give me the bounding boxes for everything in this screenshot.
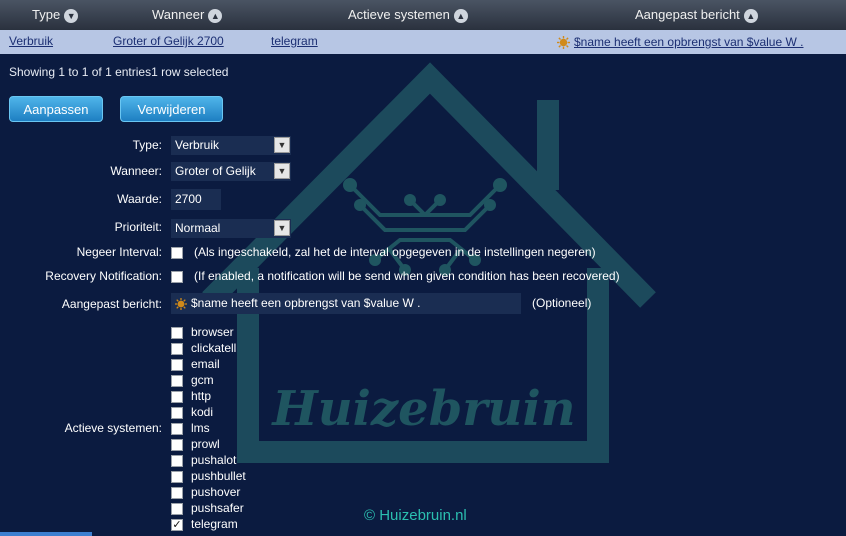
cell-type[interactable]: Verbruik <box>9 34 53 48</box>
system-checkbox-kodi[interactable] <box>171 407 183 419</box>
system-label: pushsafer <box>191 501 244 515</box>
column-header-type[interactable]: Type ▼ <box>32 7 79 23</box>
system-label: telegram <box>191 517 238 531</box>
sort-up-icon[interactable]: ▲ <box>743 8 758 23</box>
system-checkbox-email[interactable] <box>171 359 183 371</box>
cell-systemen[interactable]: telegram <box>271 34 318 48</box>
chevron-down-icon[interactable]: ▼ <box>274 137 290 153</box>
system-checkbox-prowl[interactable] <box>171 439 183 451</box>
system-label: gcm <box>191 373 214 387</box>
delete-button[interactable]: Verwijderen <box>120 96 223 122</box>
edit-button[interactable]: Aanpassen <box>9 96 103 122</box>
scroll-indicator <box>0 532 92 536</box>
system-label: kodi <box>191 405 214 419</box>
system-label: lms <box>191 421 210 435</box>
aangepast-bericht-input[interactable]: $name heeft een opbrengst van $value W . <box>171 293 521 314</box>
sun-icon <box>175 297 187 310</box>
copyright-text: © Huizebruin.nl <box>364 507 467 524</box>
waarde-input[interactable]: 2700 <box>171 189 221 210</box>
negeer-interval-label: Negeer Interval: <box>76 245 162 259</box>
cell-bericht[interactable]: $name heeft een opbrengst van $value W . <box>557 35 803 50</box>
system-checkbox-browser[interactable] <box>171 327 183 339</box>
type-label: Type: <box>132 138 162 152</box>
chevron-down-icon[interactable]: ▼ <box>274 220 290 236</box>
system-label: pushalot <box>191 453 237 467</box>
actieve-systemen-label: Actieve systemen: <box>64 421 162 435</box>
cell-wanneer[interactable]: Groter of Gelijk 2700 <box>113 34 224 48</box>
wanneer-label: Wanneer: <box>110 164 162 178</box>
system-checkbox-pushover[interactable] <box>171 487 183 499</box>
system-checkbox-clickatell[interactable] <box>171 343 183 355</box>
sun-icon <box>557 36 570 50</box>
negeer-interval-hint: (Als ingeschakeld, zal het de interval o… <box>194 245 596 259</box>
column-header-bericht[interactable]: Aangepast bericht ▲ <box>635 7 758 23</box>
system-label: http <box>191 389 212 403</box>
system-label: pushbullet <box>191 469 246 483</box>
table-row[interactable]: Verbruik Groter of Gelijk 2700 telegram … <box>0 30 846 54</box>
system-label: prowl <box>191 437 220 451</box>
system-label: email <box>191 357 220 371</box>
recovery-notification-hint: (If enabled, a notification will be send… <box>194 269 620 283</box>
system-checkbox-gcm[interactable] <box>171 375 183 387</box>
waarde-label: Waarde: <box>117 192 162 206</box>
system-checkbox-http[interactable] <box>171 391 183 403</box>
system-checkbox-telegram[interactable]: ✓ <box>171 519 183 531</box>
sort-up-icon[interactable]: ▲ <box>208 8 223 23</box>
system-checkbox-pushbullet[interactable] <box>171 471 183 483</box>
wanneer-select[interactable]: Groter of Gelijk ▼ <box>171 162 291 181</box>
system-label: browser <box>191 325 234 339</box>
recovery-notification-checkbox[interactable] <box>171 271 183 283</box>
sort-down-icon[interactable]: ▼ <box>64 8 79 23</box>
negeer-interval-checkbox[interactable] <box>171 247 183 259</box>
huizebruin-watermark-logo: Huizebruin <box>202 62 656 463</box>
type-select[interactable]: Verbruik ▼ <box>171 136 291 155</box>
system-checkbox-pushalot[interactable] <box>171 455 183 467</box>
prioriteit-label: Prioriteit: <box>114 220 162 234</box>
prioriteit-select[interactable]: Normaal ▼ <box>171 219 291 238</box>
system-checkbox-pushsafer[interactable] <box>171 503 183 515</box>
table-header: Type ▼ Wanneer ▲ Actieve systemen ▲ Aangepa… <box>0 0 846 31</box>
watermark-text: Huizebruin <box>270 381 575 437</box>
system-label: clickatell <box>191 341 237 355</box>
sort-up-icon[interactable]: ▲ <box>453 8 468 23</box>
chevron-down-icon[interactable]: ▼ <box>274 163 290 179</box>
column-header-systemen[interactable]: Actieve systemen ▲ <box>348 7 468 23</box>
aangepast-bericht-label: Aangepast bericht: <box>61 297 162 311</box>
table-info: Showing 1 to 1 of 1 entries1 row selecte… <box>9 65 229 79</box>
column-header-wanneer[interactable]: Wanneer ▲ <box>152 7 223 23</box>
system-checkbox-lms[interactable] <box>171 423 183 435</box>
system-label: pushover <box>191 485 241 499</box>
recovery-notification-label: Recovery Notification: <box>45 269 162 283</box>
aangepast-bericht-hint: (Optioneel) <box>532 296 592 310</box>
